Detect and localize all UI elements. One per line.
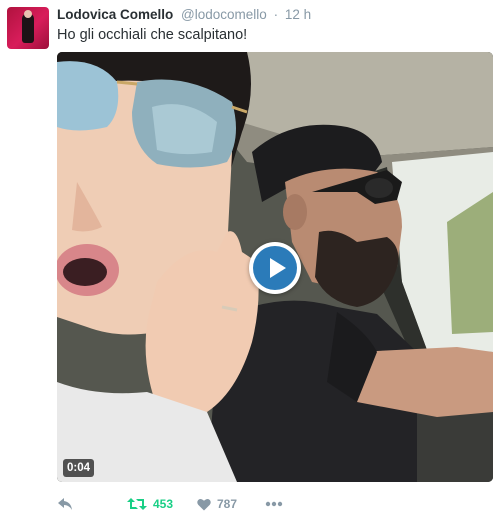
more-button[interactable] [265, 494, 283, 514]
avatar-head [24, 10, 32, 18]
tweet-text: Ho gli occhiali che scalpitano! [57, 27, 248, 43]
retweet-button[interactable]: 453 [127, 494, 173, 514]
play-button[interactable] [249, 242, 301, 294]
play-icon [253, 246, 297, 290]
tweet-timestamp[interactable]: 12 h [285, 7, 311, 22]
video-player[interactable]: 0:04 [57, 52, 493, 482]
tweet-header: Lodovica Comello @lodocomello · 12 h [57, 7, 311, 23]
play-triangle [270, 258, 286, 278]
avatar[interactable] [7, 7, 49, 49]
reply-button[interactable] [57, 494, 73, 514]
tweet-card[interactable]: Lodovica Comello @lodocomello · 12 h Ho … [0, 0, 500, 522]
like-count: 787 [217, 497, 238, 511]
author-name[interactable]: Lodovica Comello [57, 7, 173, 22]
retweet-icon [127, 498, 147, 510]
tweet-actions: 453 787 [57, 494, 497, 514]
more-icon [265, 501, 283, 507]
video-duration: 0:04 [63, 459, 95, 477]
like-button[interactable]: 787 [197, 494, 237, 514]
retweet-count: 453 [153, 497, 174, 511]
separator-dot: · [273, 7, 279, 22]
heart-icon [197, 498, 211, 510]
reply-icon [58, 498, 72, 510]
author-handle[interactable]: @lodocomello [181, 7, 267, 22]
